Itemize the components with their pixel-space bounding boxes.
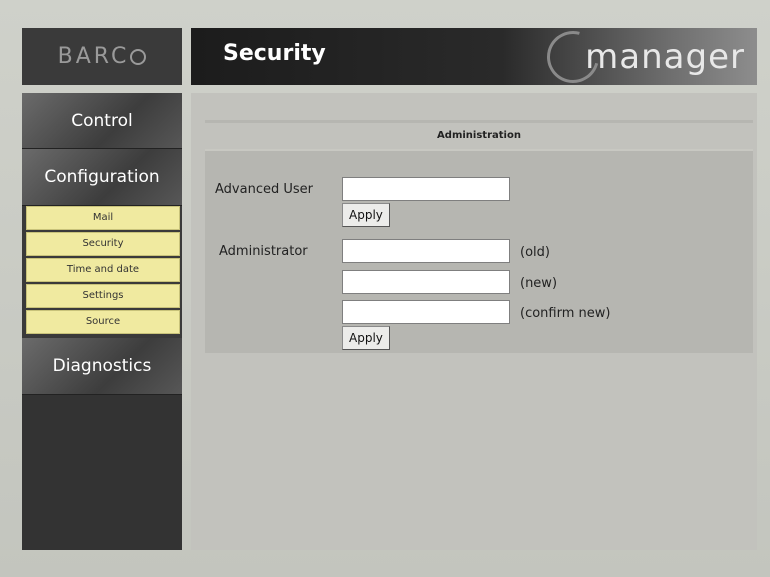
main-content: Administration Advanced User Apply Admin… bbox=[191, 93, 757, 550]
old-hint: (old) bbox=[520, 245, 550, 260]
administration-panel: Administration Advanced User Apply Admin… bbox=[205, 120, 753, 353]
advanced-user-password-field[interactable] bbox=[342, 177, 510, 201]
panel-title: Administration bbox=[205, 123, 753, 151]
confirm-new-hint: (confirm new) bbox=[520, 306, 611, 321]
nav-control-label: Control bbox=[71, 110, 133, 131]
logo-text: BARC bbox=[57, 44, 130, 69]
brand-text: manager bbox=[585, 37, 745, 77]
barco-circle-icon bbox=[130, 48, 147, 65]
app-frame: BARC Security manager Control Configurat… bbox=[0, 0, 770, 577]
administrator-label: Administrator bbox=[219, 244, 308, 259]
barco-logo: BARC bbox=[22, 28, 182, 85]
submenu-item-security[interactable]: Security bbox=[26, 232, 180, 256]
new-hint: (new) bbox=[520, 276, 558, 291]
nav-diagnostics[interactable]: Diagnostics bbox=[22, 338, 182, 395]
nav-control[interactable]: Control bbox=[22, 93, 182, 149]
page-header: Security manager bbox=[191, 28, 757, 85]
page-title: Security bbox=[223, 41, 326, 66]
administrator-confirm-password-field[interactable] bbox=[342, 300, 510, 324]
administrator-new-password-field[interactable] bbox=[342, 270, 510, 294]
imanager-brand: manager bbox=[537, 28, 745, 85]
nav-configuration-label: Configuration bbox=[44, 167, 160, 187]
sidebar: Control Configuration Mail Security Time… bbox=[22, 93, 182, 550]
submenu-item-time-and-date[interactable]: Time and date bbox=[26, 258, 180, 282]
submenu-item-source[interactable]: Source bbox=[26, 310, 180, 334]
submenu-item-settings[interactable]: Settings bbox=[26, 284, 180, 308]
administrator-apply-button[interactable]: Apply bbox=[342, 326, 390, 350]
nav-diagnostics-label: Diagnostics bbox=[52, 356, 152, 376]
nav-configuration[interactable]: Configuration bbox=[22, 149, 182, 206]
administrator-old-password-field[interactable] bbox=[342, 239, 510, 263]
submenu-item-mail[interactable]: Mail bbox=[26, 206, 180, 230]
configuration-submenu: Mail Security Time and date Settings Sou… bbox=[22, 206, 182, 338]
advanced-user-apply-button[interactable]: Apply bbox=[342, 203, 390, 227]
advanced-user-label: Advanced User bbox=[215, 182, 313, 197]
